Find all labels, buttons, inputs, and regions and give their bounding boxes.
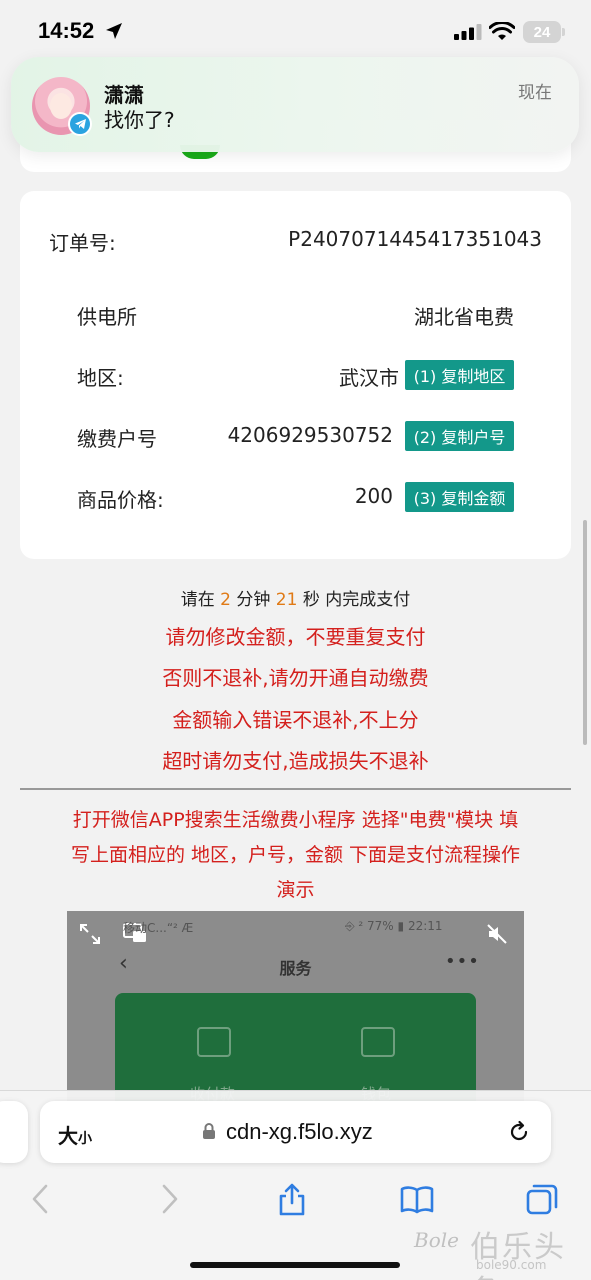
mute-icon[interactable] <box>485 922 509 946</box>
address-bar[interactable]: 大小 cdn-xg.f5lo.xyz <box>40 1101 551 1163</box>
order-card: 订单号: P2407071445417351043 供电所 湖北省电费 地区: … <box>20 191 571 559</box>
text-size-big: 大 <box>58 1124 78 1148</box>
tabs-icon[interactable] <box>525 1182 559 1216</box>
status-time: 14:52 <box>38 18 95 43</box>
divider <box>20 788 571 790</box>
scroll-indicator <box>583 520 587 745</box>
video-status-left: 移动C...“² Æ <box>121 921 194 935</box>
price-label: 商品价格: <box>77 488 164 512</box>
scan-pay-icon <box>197 1027 231 1057</box>
timer-minutes: 2 <box>220 590 231 610</box>
warning-line: 超时请勿支付,造成损失不退补 <box>162 749 429 773</box>
reload-icon[interactable] <box>507 1120 531 1144</box>
video-more-icon: ••• <box>445 951 480 972</box>
previous-tab-peek[interactable] <box>0 1101 28 1163</box>
location-arrow-icon <box>106 23 122 39</box>
instruction-line: 演示 <box>276 879 315 901</box>
power-station-value: 湖北省电费 <box>414 305 514 329</box>
region-value: 武汉市 <box>339 366 399 390</box>
demo-video[interactable]: 移动C...“² Æ ⎆ ² 77% ▮ 22:11 ‹ 服务 ••• 收付款 … <box>67 911 524 1101</box>
url-text: cdn-xg.f5lo.xyz <box>226 1119 373 1144</box>
timer-second-unit: 秒 <box>302 590 320 610</box>
notification-banner[interactable] <box>11 57 579 152</box>
notification-time: 现在 <box>518 83 552 103</box>
share-icon[interactable] <box>275 1182 309 1216</box>
watermark-logo: Bole <box>414 1228 459 1252</box>
wallet-icon <box>361 1027 395 1057</box>
warning-line: 请勿修改金额，不要重复支付 <box>165 625 426 649</box>
video-service-panel: 收付款 钱包 <box>115 993 476 1101</box>
watermark-url: bole90.com <box>476 1258 547 1272</box>
order-number-value: P2407071445417351043 <box>288 227 542 251</box>
timer-seconds: 21 <box>275 590 298 610</box>
video-status-right: ⎆ ² 77% ▮ 22:11 <box>345 919 443 933</box>
instruction-line: 打开微信APP搜索生活缴费小程序 选择"电费"模块 填 <box>72 809 519 831</box>
cellular-signal-icon <box>454 24 482 40</box>
price-value: 200 <box>354 484 393 508</box>
battery-tip <box>562 28 565 36</box>
power-station-label: 供电所 <box>77 305 137 329</box>
battery-indicator: 24 <box>523 21 561 43</box>
expand-icon[interactable] <box>78 922 102 946</box>
timer-minute-unit: 分钟 <box>236 590 271 610</box>
region-label: 地区: <box>77 366 124 390</box>
notification-message: 找你了? <box>104 108 175 132</box>
bookmarks-icon[interactable] <box>400 1182 434 1216</box>
text-size-button[interactable]: 大小 <box>58 1120 92 1149</box>
account-number-value: 4206929530752 <box>227 423 393 447</box>
warning-line: 金额输入错误不退补,不上分 <box>172 708 419 732</box>
account-number-label: 缴费户号 <box>77 427 157 451</box>
warning-line: 否则不退补,请勿开通自动缴费 <box>162 666 429 690</box>
telegram-icon <box>68 112 92 136</box>
order-number-label: 订单号: <box>49 231 116 255</box>
status-bar: 14:52 24 <box>0 0 591 62</box>
payment-instructions: 打开微信APP搜索生活缴费小程序 选择"电费"模块 填 写上面相应的 地区，户号… <box>20 803 571 908</box>
timer-prefix: 请在 <box>180 590 215 610</box>
forward-chevron-icon[interactable] <box>152 1182 186 1216</box>
text-size-small: 小 <box>78 1131 92 1147</box>
home-indicator <box>190 1262 400 1268</box>
copy-amount-button[interactable]: (3) 复制金额 <box>405 482 514 512</box>
payment-timer: 请在 2 分钟 21 秒 内完成支付 <box>0 585 591 610</box>
lock-icon <box>203 1123 215 1139</box>
timer-suffix: 内完成支付 <box>325 590 411 610</box>
wifi-icon <box>489 22 515 40</box>
instruction-line: 写上面相应的 地区，户号，金额 下面是支付流程操作 <box>70 844 521 866</box>
copy-region-button[interactable]: (1) 复制地区 <box>405 360 514 390</box>
back-chevron-icon[interactable] <box>24 1182 58 1216</box>
copy-account-button[interactable]: (2) 复制户号 <box>405 421 514 451</box>
